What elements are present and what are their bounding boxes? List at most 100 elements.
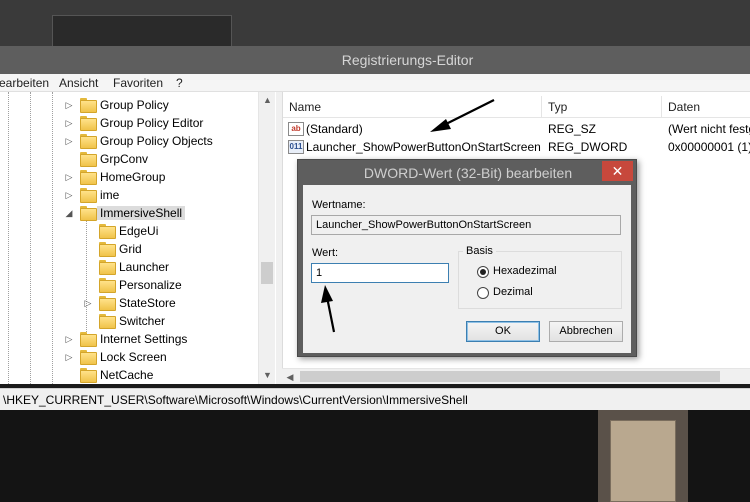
value-type: REG_DWORD xyxy=(548,140,628,154)
close-icon[interactable]: ✕ xyxy=(602,161,633,181)
value-name-label: Wertname: xyxy=(312,199,366,211)
table-row[interactable]: 011 Launcher_ShowPowerButtonOnStartScree… xyxy=(283,138,750,156)
column-header-data[interactable]: Daten xyxy=(668,100,700,114)
value-name-field: Launcher_ShowPowerButtonOnStartScreen xyxy=(311,215,621,235)
folder-icon xyxy=(80,98,97,113)
tree-item[interactable]: ▷ ime xyxy=(0,186,258,204)
tree-item-label: Group Policy xyxy=(100,98,169,112)
radio-hexadecimal[interactable] xyxy=(477,266,489,278)
tree-item[interactable]: ◢ ImmersiveShell xyxy=(0,204,258,222)
window-titlebar[interactable]: Registrierungs-Editor xyxy=(0,46,750,74)
folder-icon xyxy=(99,278,116,293)
value-name: (Standard) xyxy=(306,122,363,136)
folder-icon xyxy=(99,224,116,239)
tree-expander-icon[interactable]: ▷ xyxy=(64,189,74,201)
tree-vertical-scrollbar[interactable]: ▲ ▼ xyxy=(258,92,275,384)
value-name: Launcher_ShowPowerButtonOnStartScreen xyxy=(306,140,541,154)
folder-icon xyxy=(99,242,116,257)
column-separator[interactable] xyxy=(541,96,542,118)
tree-item-label: ImmersiveShell xyxy=(97,206,186,220)
scroll-left-icon[interactable]: ◀ xyxy=(282,369,298,385)
menu-item-bearbeiten[interactable]: earbeiten xyxy=(0,76,49,90)
tree-expander-icon[interactable]: ▷ xyxy=(64,135,74,147)
folder-icon xyxy=(99,296,116,311)
value-data-input[interactable]: 1 xyxy=(311,263,449,283)
tree-item[interactable]: GrpConv xyxy=(0,150,258,168)
radio-hexadecimal-label[interactable]: Hexadezimal xyxy=(493,265,557,277)
list-horizontal-scrollbar[interactable]: ◀ xyxy=(282,368,750,384)
menu-item-ansicht[interactable]: Ansicht xyxy=(59,76,98,90)
registry-tree[interactable]: ▷ Group Policy ▷ Group Policy Editor ▷ Group … xyxy=(0,92,276,384)
tree-item-label: Lock Screen xyxy=(100,350,167,364)
tree-item-label: Grid xyxy=(119,242,142,256)
tree-item[interactable]: ▷ HomeGroup xyxy=(0,168,258,186)
radio-decimal-label[interactable]: Dezimal xyxy=(493,286,533,298)
tree-item[interactable]: ▷ Group Policy Editor xyxy=(0,114,258,132)
tree-expander-icon[interactable]: ▷ xyxy=(64,99,74,111)
folder-icon xyxy=(80,332,97,347)
column-header-type[interactable]: Typ xyxy=(548,100,567,114)
tree-item-label: StateStore xyxy=(119,296,176,310)
tree-item[interactable]: ▷ Group Policy Objects xyxy=(0,132,258,150)
edit-dword-dialog: DWORD-Wert (32-Bit) bearbeiten ✕ Wertnam… xyxy=(297,159,637,357)
column-header-name[interactable]: Name xyxy=(289,100,321,114)
menu-item-help[interactable]: ? xyxy=(176,76,183,90)
status-bar: \HKEY_CURRENT_USER\Software\Microsoft\Wi… xyxy=(0,388,750,410)
scrollbar-thumb[interactable] xyxy=(300,371,720,382)
tree-expander-icon[interactable]: ▷ xyxy=(83,297,93,309)
tree-item[interactable]: ▷ StateStore xyxy=(0,294,258,312)
table-row[interactable]: ab (Standard) REG_SZ (Wert nicht festg xyxy=(283,120,750,138)
tree-item[interactable]: NetCache xyxy=(0,366,258,384)
folder-icon xyxy=(99,260,116,275)
tree-item[interactable]: Personalize xyxy=(0,276,258,294)
cancel-button[interactable]: Abbrechen xyxy=(549,321,623,342)
tree-expander-icon[interactable]: ▷ xyxy=(64,117,74,129)
value-data-label: Wert: xyxy=(312,247,339,259)
base-group xyxy=(458,251,622,309)
column-separator[interactable] xyxy=(661,96,662,118)
tree-item-label: GrpConv xyxy=(100,152,149,166)
dword-value-icon: 011 xyxy=(288,140,304,154)
tree-item-label: Group Policy Editor xyxy=(100,116,204,130)
tree-expander-icon[interactable]: ▷ xyxy=(64,171,74,183)
folder-icon xyxy=(80,350,97,365)
scrollbar-thumb[interactable] xyxy=(261,262,273,284)
radio-decimal[interactable] xyxy=(477,287,489,299)
tree-item[interactable]: ▷ Group Policy xyxy=(0,96,258,114)
tree-expander-icon[interactable]: ▷ xyxy=(64,351,74,363)
tree-item[interactable]: ▷ Internet Settings xyxy=(0,330,258,348)
string-value-icon: ab xyxy=(288,122,304,136)
folder-icon xyxy=(80,134,97,149)
tree-item[interactable]: Switcher xyxy=(0,312,258,330)
tree-item-label: EdgeUi xyxy=(119,224,159,238)
ok-button[interactable]: OK xyxy=(466,321,540,342)
scroll-down-icon[interactable]: ▼ xyxy=(259,367,276,384)
scroll-up-icon[interactable]: ▲ xyxy=(259,92,276,109)
tree-expander-icon[interactable]: ◢ xyxy=(64,207,74,219)
tree-item-label: NetCache xyxy=(100,368,154,382)
menu-item-favoriten[interactable]: Favoriten xyxy=(113,76,163,90)
background-panel-inner xyxy=(610,420,676,502)
tree-item[interactable]: ▷ Lock Screen xyxy=(0,348,258,366)
tree-item[interactable]: Grid xyxy=(0,240,258,258)
tree-expander-icon[interactable]: ▷ xyxy=(64,333,74,345)
tree-item-label: Personalize xyxy=(119,278,182,292)
registry-path: \HKEY_CURRENT_USER\Software\Microsoft\Wi… xyxy=(3,393,468,407)
tree-item[interactable]: Launcher xyxy=(0,258,258,276)
dialog-body: Wertname: Launcher_ShowPowerButtonOnStar… xyxy=(303,185,631,353)
tree-item-label: ime xyxy=(100,188,120,202)
tree-item-label: Switcher xyxy=(119,314,166,328)
tree-item-label: Internet Settings xyxy=(100,332,188,346)
tree-item[interactable]: EdgeUi xyxy=(0,222,258,240)
folder-icon xyxy=(80,368,97,383)
folder-icon xyxy=(80,188,97,203)
folder-icon xyxy=(80,152,97,167)
value-type: REG_SZ xyxy=(548,122,597,136)
